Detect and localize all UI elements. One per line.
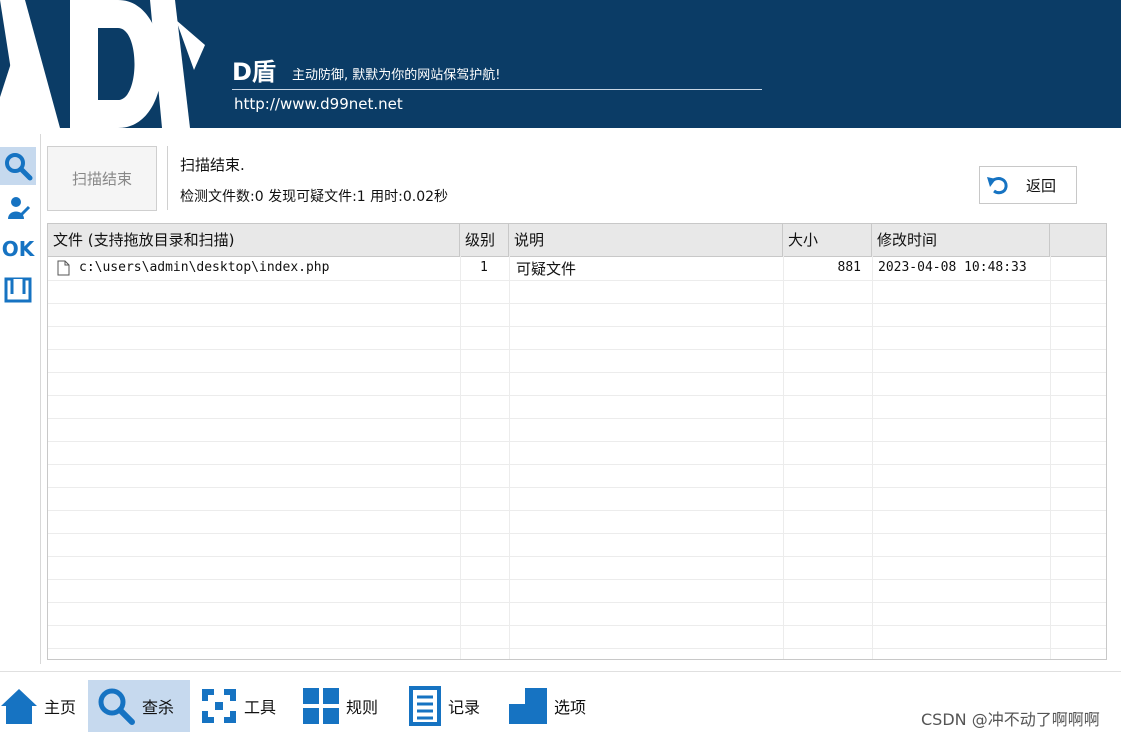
scan-summary: 检测文件数:0 发现可疑文件:1 用时:0.02秒 xyxy=(180,189,449,205)
row-modified-time: 2023-04-08 10:48:33 xyxy=(878,260,1027,275)
table-header: 文件 (支持拖放目录和扫描) 级别 说明 大小 修改时间 xyxy=(48,224,1106,257)
grid-row-line xyxy=(48,533,1106,534)
grid-row-line xyxy=(48,303,1106,304)
grid-col-line xyxy=(1050,256,1051,659)
search-icon xyxy=(5,153,33,181)
nav-rules[interactable]: 规则 xyxy=(302,680,392,732)
grid-row-line xyxy=(48,464,1106,465)
grid-row-line xyxy=(48,487,1106,488)
col-description[interactable]: 说明 xyxy=(509,224,783,256)
back-label: 返回 xyxy=(1026,176,1057,195)
bracket-icon xyxy=(4,277,32,303)
grid-row-line xyxy=(48,280,1106,281)
col-modified-time[interactable]: 修改时间 xyxy=(872,224,1050,256)
row-file-path: c:\users\admin\desktop\index.php xyxy=(79,260,330,275)
nav-records-label: 记录 xyxy=(448,698,481,717)
table-row[interactable]: c:\users\admin\desktop\index.php 1 可疑文件 … xyxy=(48,257,1106,280)
grid-row-line xyxy=(48,579,1106,580)
grid-row-line xyxy=(48,372,1106,373)
col-file[interactable]: 文件 (支持拖放目录和扫描) xyxy=(48,224,460,256)
nav-options[interactable]: 选项 xyxy=(508,680,598,732)
watermark: CSDN @冲不动了啊啊啊 xyxy=(921,710,1100,729)
brand-title: D盾 xyxy=(232,58,276,86)
app-header: D盾 主动防御, 默默为你的网站保驾护航! http://www.d99net.… xyxy=(0,0,1121,128)
nav-scan-kill[interactable]: 查杀 xyxy=(88,680,190,732)
user-clean-icon xyxy=(8,197,31,219)
undo-arrow-icon xyxy=(987,177,1008,195)
nav-rules-label: 规则 xyxy=(346,698,379,717)
grid-row-line xyxy=(48,395,1106,396)
nav-options-label: 选项 xyxy=(554,698,587,717)
options-icon xyxy=(508,686,548,726)
header-divider xyxy=(232,89,762,90)
nav-tools-label: 工具 xyxy=(244,698,277,717)
grid-row-line xyxy=(48,602,1106,603)
results-table[interactable]: 文件 (支持拖放目录和扫描) 级别 说明 大小 修改时间 c:\users\ad… xyxy=(47,223,1107,660)
left-tool-user-clean[interactable] xyxy=(0,192,36,224)
website-url[interactable]: http://www.d99net.net xyxy=(234,95,403,113)
rules-icon xyxy=(302,686,340,726)
grid-row-line xyxy=(48,441,1106,442)
control-divider xyxy=(167,146,168,210)
grid-row-line xyxy=(48,556,1106,557)
grid-row-line xyxy=(48,510,1106,511)
records-icon xyxy=(408,686,442,726)
left-tool-ok[interactable]: OK xyxy=(0,232,36,266)
nav-home[interactable]: 主页 xyxy=(0,680,82,732)
row-description: 可疑文件 xyxy=(516,260,577,278)
d-shield-logo xyxy=(0,0,205,128)
left-tool-search[interactable] xyxy=(0,147,36,185)
grid-row-line xyxy=(48,625,1106,626)
row-level: 1 xyxy=(480,260,488,275)
tools-icon xyxy=(200,686,238,726)
ok-icon: OK xyxy=(1,237,35,261)
grid-row-line xyxy=(48,648,1106,649)
left-column-divider xyxy=(40,134,41,664)
back-button[interactable]: 返回 xyxy=(979,166,1077,204)
nav-scan-kill-label: 查杀 xyxy=(142,698,175,717)
row-size: 881 xyxy=(837,260,861,275)
nav-home-label: 主页 xyxy=(44,698,77,717)
search-icon xyxy=(96,686,136,726)
col-level[interactable]: 级别 xyxy=(460,224,509,256)
grid-col-line xyxy=(509,256,510,659)
scan-status: 扫描结束. xyxy=(180,156,245,174)
grid-col-line xyxy=(783,256,784,659)
slogan: 主动防御, 默默为你的网站保驾护航! xyxy=(292,68,501,83)
nav-records[interactable]: 记录 xyxy=(408,680,498,732)
nav-tools[interactable]: 工具 xyxy=(200,680,290,732)
grid-col-line xyxy=(872,256,873,659)
col-size[interactable]: 大小 xyxy=(783,224,872,256)
grid-row-line xyxy=(48,349,1106,350)
file-icon xyxy=(57,260,70,276)
grid-col-line xyxy=(460,256,461,659)
home-icon xyxy=(0,686,38,726)
left-tool-bracket[interactable] xyxy=(0,273,36,307)
grid-row-line xyxy=(48,326,1106,327)
toolbar-divider xyxy=(0,671,1121,672)
grid-row-line xyxy=(48,418,1106,419)
scan-finished-button[interactable]: 扫描结束 xyxy=(47,146,157,211)
right-edge xyxy=(1121,0,1147,736)
